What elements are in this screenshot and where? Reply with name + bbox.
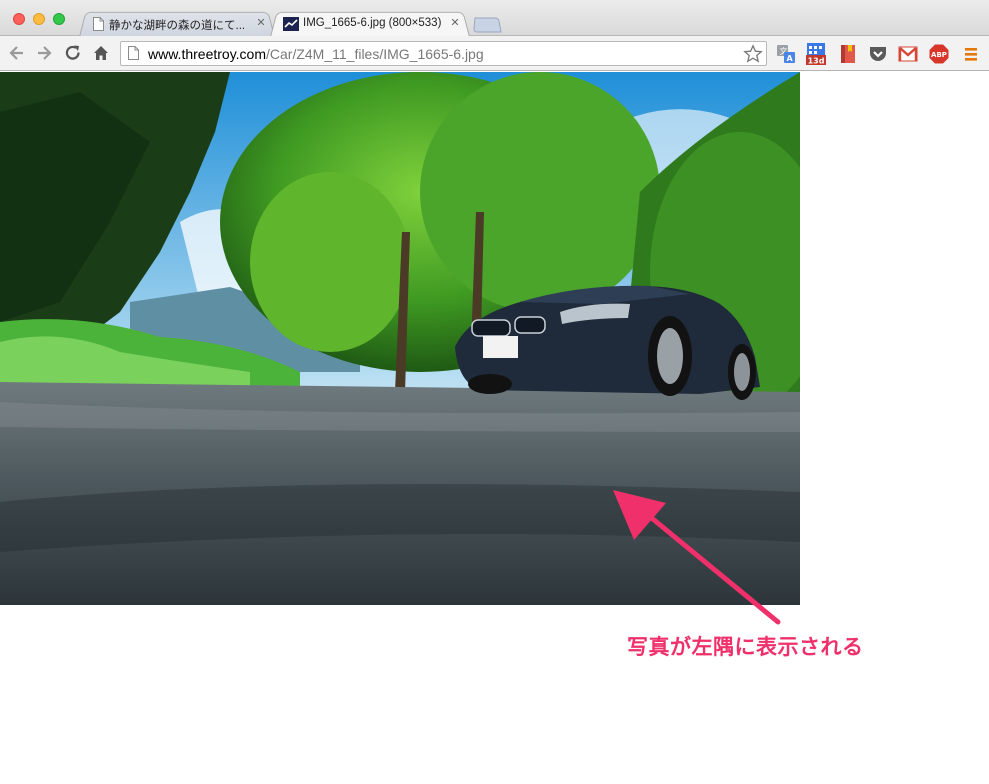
page-icon (128, 46, 139, 60)
calendar-icon[interactable]: 13d (806, 42, 826, 66)
gmail-icon[interactable] (898, 44, 918, 64)
menu-icon[interactable] (961, 44, 981, 64)
close-window-button[interactable] (13, 13, 25, 25)
home-icon[interactable] (91, 43, 111, 63)
back-arrow-icon[interactable] (7, 43, 27, 63)
tab-title: IMG_1665-6.jpg (800×533) (303, 17, 442, 29)
page-icon (93, 17, 104, 31)
close-tab-icon[interactable]: ✕ (449, 17, 461, 29)
close-tab-icon[interactable]: ✕ (255, 17, 267, 29)
zoom-window-button[interactable] (53, 13, 65, 25)
url-host: www.threetroy.com (148, 46, 266, 62)
bookmark-star-icon[interactable] (743, 44, 763, 64)
address-bar[interactable]: www.threetroy.com/Car/Z4M_11_files/IMG_1… (120, 41, 767, 66)
title-bar: 静かな湖畔の森の道にて... ✕ IMG_1665-6.jpg (800×533… (0, 0, 989, 38)
tab-title: 静かな湖畔の森の道にて... (109, 20, 244, 32)
bookmark-book-icon[interactable] (838, 44, 858, 64)
displayed-image (0, 72, 800, 605)
annotation-label: 写真が左隅に表示される (627, 636, 864, 659)
reload-icon[interactable] (63, 43, 83, 63)
url-path: /Car/Z4M_11_files/IMG_1665-6.jpg (266, 46, 484, 62)
browser-toolbar: www.threetroy.com/Car/Z4M_11_files/IMG_1… (0, 36, 989, 71)
adblock-plus-icon[interactable]: ABP (929, 44, 949, 64)
minimize-window-button[interactable] (33, 13, 45, 25)
translate-icon[interactable]: 文 A (776, 44, 796, 64)
abp-label: ABP (931, 51, 947, 59)
svg-text:A: A (787, 54, 794, 63)
forward-arrow-icon[interactable] (34, 43, 54, 63)
car-photo (0, 72, 800, 605)
tab-image[interactable]: IMG_1665-6.jpg (800×533) ✕ (270, 10, 470, 38)
url-text[interactable]: www.threetroy.com/Car/Z4M_11_files/IMG_1… (148, 46, 484, 62)
new-tab-button[interactable] (472, 17, 502, 33)
image-thumbnail-icon (283, 17, 299, 31)
pocket-icon[interactable] (868, 44, 888, 64)
tab-article[interactable]: 静かな湖畔の森の道にて... ✕ (79, 10, 275, 38)
calendar-badge: 13d (808, 57, 825, 66)
